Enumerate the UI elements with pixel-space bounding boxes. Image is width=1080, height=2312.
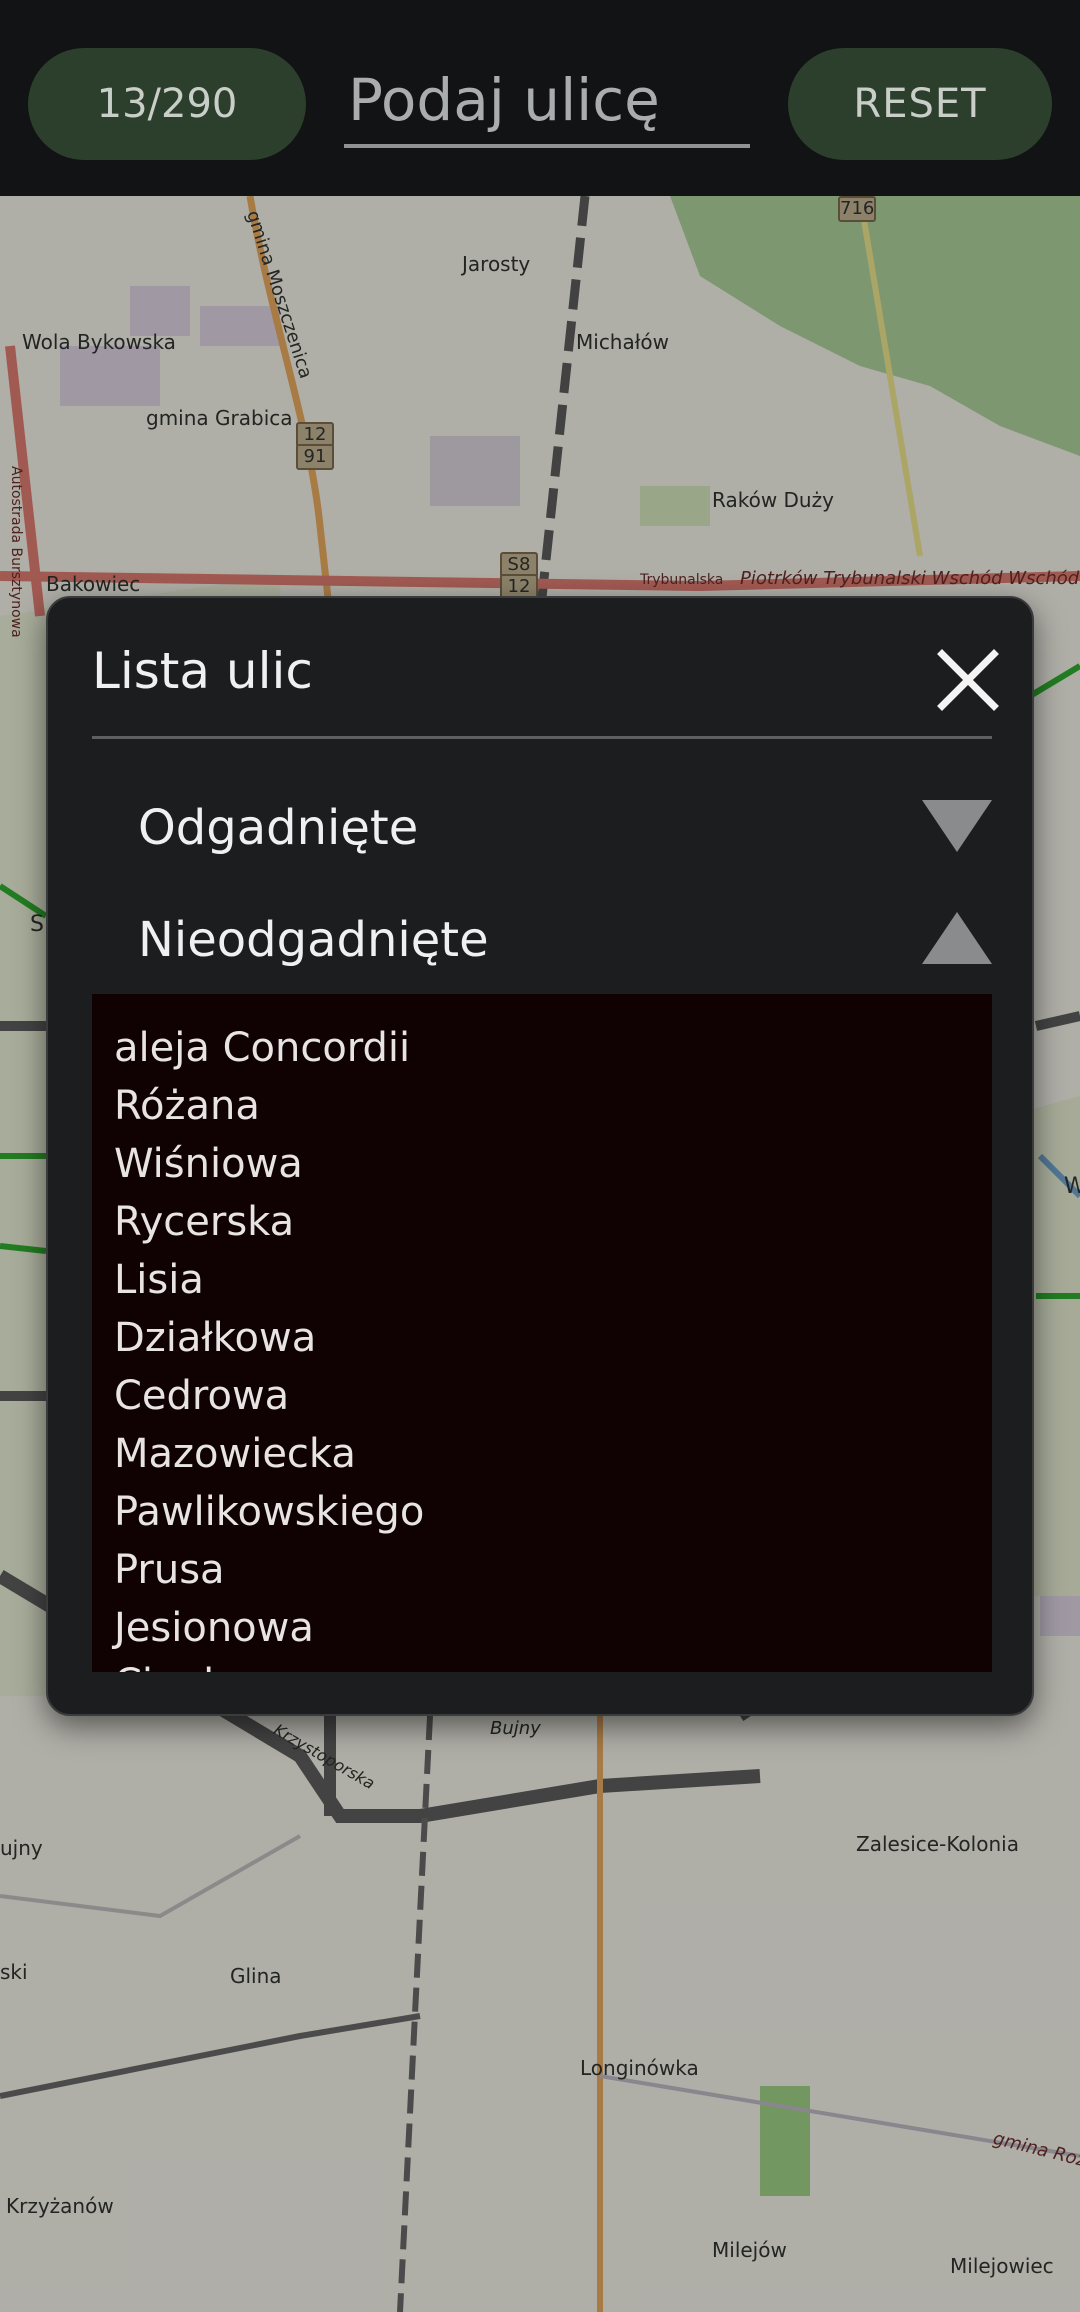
list-item[interactable]: aleja Concordii [114,1024,410,1072]
list-item[interactable]: Wiśniowa [114,1140,303,1188]
list-item[interactable]: Jesionowa [114,1604,314,1652]
expand-arrow-down-icon [922,800,992,852]
list-item[interactable]: Mazowiecka [114,1430,356,1478]
section-guessed-label: Odgadnięte [138,800,419,856]
section-unguessed-label: Nieodgadnięte [138,912,489,968]
street-list-dialog: Lista ulic Odgadnięte Nieodgadnięte alej… [46,596,1034,1716]
section-unguessed-toggle[interactable]: Nieodgadnięte [92,888,992,988]
list-item[interactable]: Pawlikowskiego [114,1488,424,1536]
list-item[interactable]: Różana [114,1082,260,1130]
reset-button[interactable]: RESET [788,48,1052,160]
list-item[interactable]: Ciepła [114,1660,239,1672]
list-item[interactable]: Działkowa [114,1314,316,1362]
close-button[interactable] [928,640,1008,720]
unguessed-street-list[interactable]: aleja Concordii Różana Wiśniowa Rycerska… [92,994,992,1672]
list-item[interactable]: Prusa [114,1546,225,1594]
top-bar: 13/290 RESET [0,0,1080,196]
dialog-title: Lista ulic [92,642,313,700]
list-item[interactable]: Lisia [114,1256,204,1304]
section-guessed-toggle[interactable]: Odgadnięte [92,776,992,876]
progress-counter[interactable]: 13/290 [28,48,306,160]
street-search-input[interactable] [344,56,750,148]
collapse-arrow-up-icon [922,912,992,964]
close-icon [937,649,999,711]
title-divider [92,736,992,739]
app-root: Jarosty Wola Bykowska Michałów gmina Gra… [0,0,1080,2312]
list-item[interactable]: Rycerska [114,1198,294,1246]
list-item[interactable]: Cedrowa [114,1372,289,1420]
